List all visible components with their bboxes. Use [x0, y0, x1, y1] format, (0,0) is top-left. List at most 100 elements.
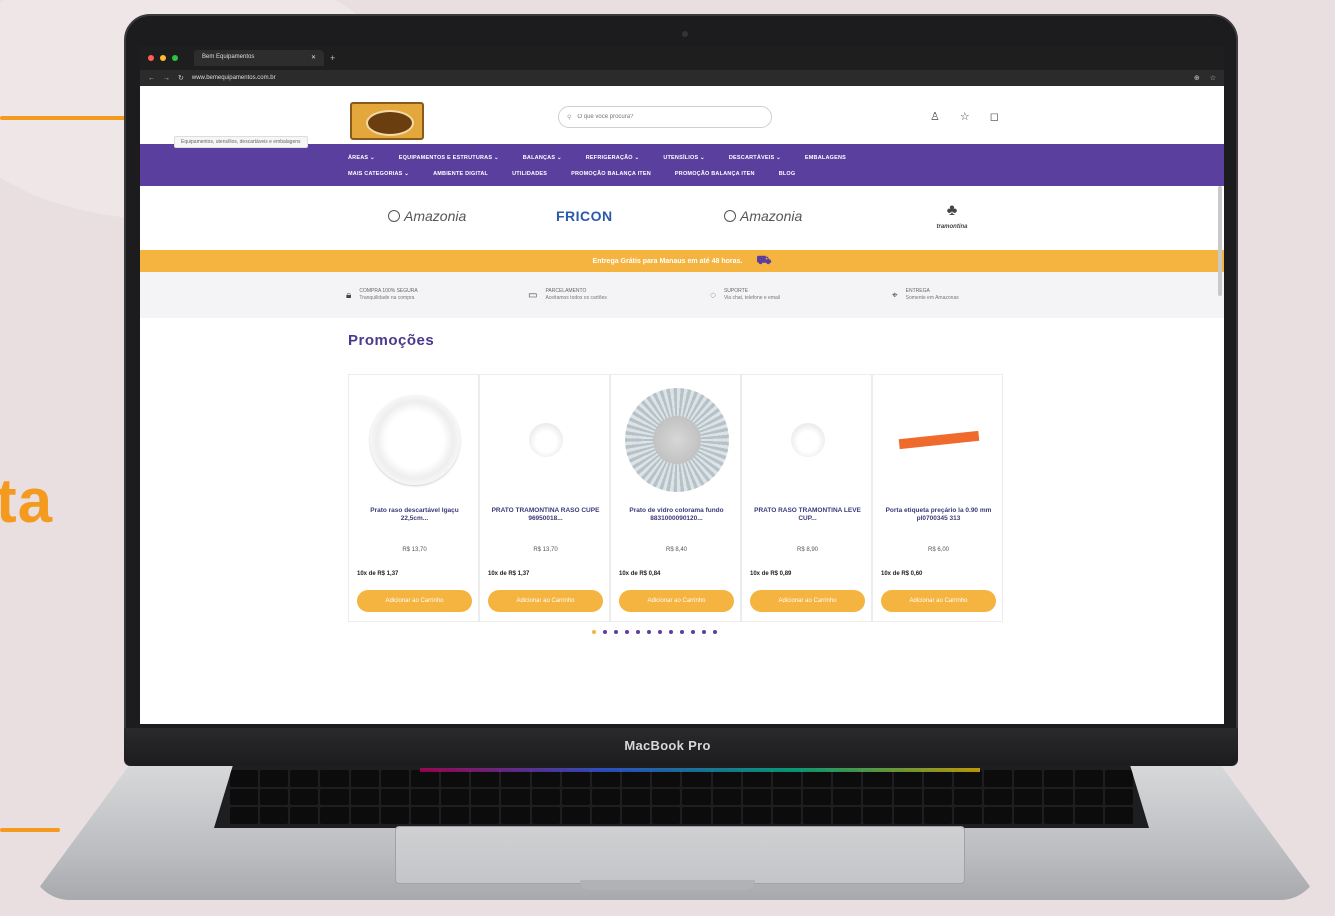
keyboard-key: [260, 788, 289, 806]
pagination-dot[interactable]: [702, 630, 706, 634]
keyboard-key: [531, 807, 560, 824]
close-tab-icon[interactable]: ✕: [311, 54, 316, 62]
tramontina-icon: ♣: [946, 202, 958, 219]
tab-title: Bem Equipamentos: [202, 54, 255, 60]
nav-item[interactable]: BLOG: [779, 171, 796, 177]
nav-item[interactable]: BALANÇAS ⌄: [523, 155, 562, 161]
url-field[interactable]: www.bemequipamentos.com.br: [192, 75, 276, 81]
nav-item[interactable]: MAIS CATEGORIAS ⌄: [348, 171, 409, 177]
user-icon[interactable]: ♙: [930, 110, 940, 123]
close-window-icon[interactable]: [148, 55, 154, 61]
keyboard-key: [441, 788, 470, 806]
brand-logo[interactable]: Amazonia: [724, 208, 892, 224]
star-icon[interactable]: ☆: [960, 110, 970, 123]
keyboard-key: [923, 788, 952, 806]
product-name[interactable]: Porta etiqueta preçário la 0.90 mm pl070…: [881, 507, 996, 524]
keyboard-key: [984, 770, 1013, 787]
nav-item[interactable]: DESCARTÁVEIS ⌄: [729, 155, 781, 161]
add-to-cart-button[interactable]: Adicionar ao Carrinho: [357, 590, 472, 612]
pagination-dot[interactable]: [625, 630, 629, 634]
product-card[interactable]: Prato raso descartável Igaçu 22,5cm... R…: [348, 374, 479, 622]
product-card[interactable]: Porta etiqueta preçário la 0.90 mm pl070…: [872, 374, 1003, 622]
reload-icon[interactable]: ↻: [178, 74, 184, 82]
keyboard-key: [320, 788, 349, 806]
nav-item[interactable]: EMBALAGENS: [805, 155, 846, 161]
cart-icon[interactable]: ◻: [990, 110, 999, 123]
nav-item[interactable]: REFRIGERAÇÃO ⌄: [586, 155, 640, 161]
laptop-model-label: MacBook Pro: [624, 738, 711, 753]
product-card[interactable]: PRATO TRAMONTINA RASO CUPE 96950018... R…: [479, 374, 610, 622]
search-box[interactable]: ⚲: [558, 106, 772, 128]
feature-item: ◌ SUPORTE Via chat, telefone e email: [710, 288, 892, 302]
keyboard-key: [591, 770, 621, 787]
keyboard-key: [1074, 807, 1103, 824]
product-image[interactable]: [742, 385, 873, 495]
add-to-cart-button[interactable]: Adicionar ao Carrinho: [619, 590, 734, 612]
bookmark-icon[interactable]: ☆: [1210, 74, 1216, 82]
tooltip: Equipamentos, utensílios, descartáveis e…: [174, 136, 308, 148]
nav-item[interactable]: ÁREAS ⌄: [348, 155, 375, 161]
product-name[interactable]: Prato raso descartável Igaçu 22,5cm...: [357, 507, 472, 524]
delivery-text: Entrega Grátis para Manaus em até 48 hor…: [592, 257, 743, 265]
feature-title: PARCELAMENTO: [545, 288, 587, 295]
back-icon[interactable]: ←: [148, 75, 155, 82]
add-to-cart-button[interactable]: Adicionar ao Carrinho: [881, 590, 996, 612]
product-card[interactable]: Prato de vidro colorama fundo 8831000090…: [610, 374, 741, 622]
pagination-dot[interactable]: [592, 630, 596, 634]
pagination-dot[interactable]: [647, 630, 651, 634]
keyboard-key: [803, 807, 832, 824]
browser-tab[interactable]: Bem Equipamentos ✕: [194, 50, 324, 66]
product-image[interactable]: [480, 385, 611, 495]
nav-item[interactable]: PROMOÇÃO BALANÇA ITEN: [675, 171, 755, 177]
pin-icon: ⌖: [892, 289, 898, 301]
pagination-dot[interactable]: [713, 630, 717, 634]
brand-logo[interactable]: Amazonia: [388, 208, 556, 224]
product-name[interactable]: Prato de vidro colorama fundo 8831000090…: [619, 507, 734, 524]
product-image[interactable]: [611, 385, 742, 495]
pagination-dot[interactable]: [603, 630, 607, 634]
accent-line: [0, 828, 60, 832]
keyboard-key: [531, 770, 560, 787]
add-to-cart-button[interactable]: Adicionar ao Carrinho: [488, 590, 603, 612]
product-name[interactable]: PRATO RASO TRAMONTINA LEVE CUP...: [750, 507, 865, 524]
keyboard-key: [230, 807, 259, 824]
brand-logo[interactable]: FRICON: [556, 208, 724, 224]
nav-item[interactable]: UTILIDADES: [512, 171, 547, 177]
keyboard-key: [501, 770, 530, 787]
maximize-window-icon[interactable]: [172, 55, 178, 61]
nav-item[interactable]: EQUIPAMENTOS E ESTRUTURAS ⌄: [399, 155, 499, 161]
forward-icon[interactable]: →: [163, 75, 170, 82]
zoom-icon[interactable]: ⊕: [1194, 74, 1200, 82]
search-input[interactable]: [577, 114, 748, 120]
nav-item[interactable]: PROMOÇÃO BALANÇA ITEN: [571, 171, 651, 177]
keyboard-key: [1104, 807, 1133, 824]
pagination-dot[interactable]: [669, 630, 673, 634]
pagination-dot[interactable]: [614, 630, 618, 634]
site-logo[interactable]: [350, 102, 424, 140]
brand-logo[interactable]: ♣ tramontina: [912, 202, 992, 230]
minimize-window-icon[interactable]: [160, 55, 166, 61]
keyboard-key: [682, 770, 711, 787]
keyboard-key: [742, 807, 771, 824]
keyboard-key: [622, 788, 651, 806]
pagination-dot[interactable]: [680, 630, 684, 634]
feature-title: ENTREGA: [905, 288, 930, 295]
product-image[interactable]: [349, 385, 480, 495]
product-card[interactable]: PRATO RASO TRAMONTINA LEVE CUP... R$ 8,9…: [741, 374, 872, 622]
new-tab-button[interactable]: +: [330, 53, 335, 63]
product-name[interactable]: PRATO TRAMONTINA RASO CUPE 96950018...: [488, 507, 603, 524]
keyboard-key: [1104, 788, 1133, 806]
card-icon: ▭: [528, 289, 538, 301]
pagination-dot[interactable]: [691, 630, 695, 634]
brand-name: tramontina: [936, 224, 968, 230]
product-image[interactable]: [873, 385, 1004, 495]
pagination-dot[interactable]: [636, 630, 640, 634]
feature-title: SUPORTE: [723, 288, 749, 295]
feature-subtitle: Somente em Amazonas: [905, 295, 959, 301]
nav-item[interactable]: AMBIENTE DIGITAL: [433, 171, 488, 177]
nav-item[interactable]: UTENSÍLIOS ⌄: [663, 155, 705, 161]
add-to-cart-button[interactable]: Adicionar ao Carrinho: [750, 590, 865, 612]
pagination-dot[interactable]: [658, 630, 662, 634]
scrollbar[interactable]: [1218, 186, 1222, 296]
trackpad: [395, 826, 965, 884]
